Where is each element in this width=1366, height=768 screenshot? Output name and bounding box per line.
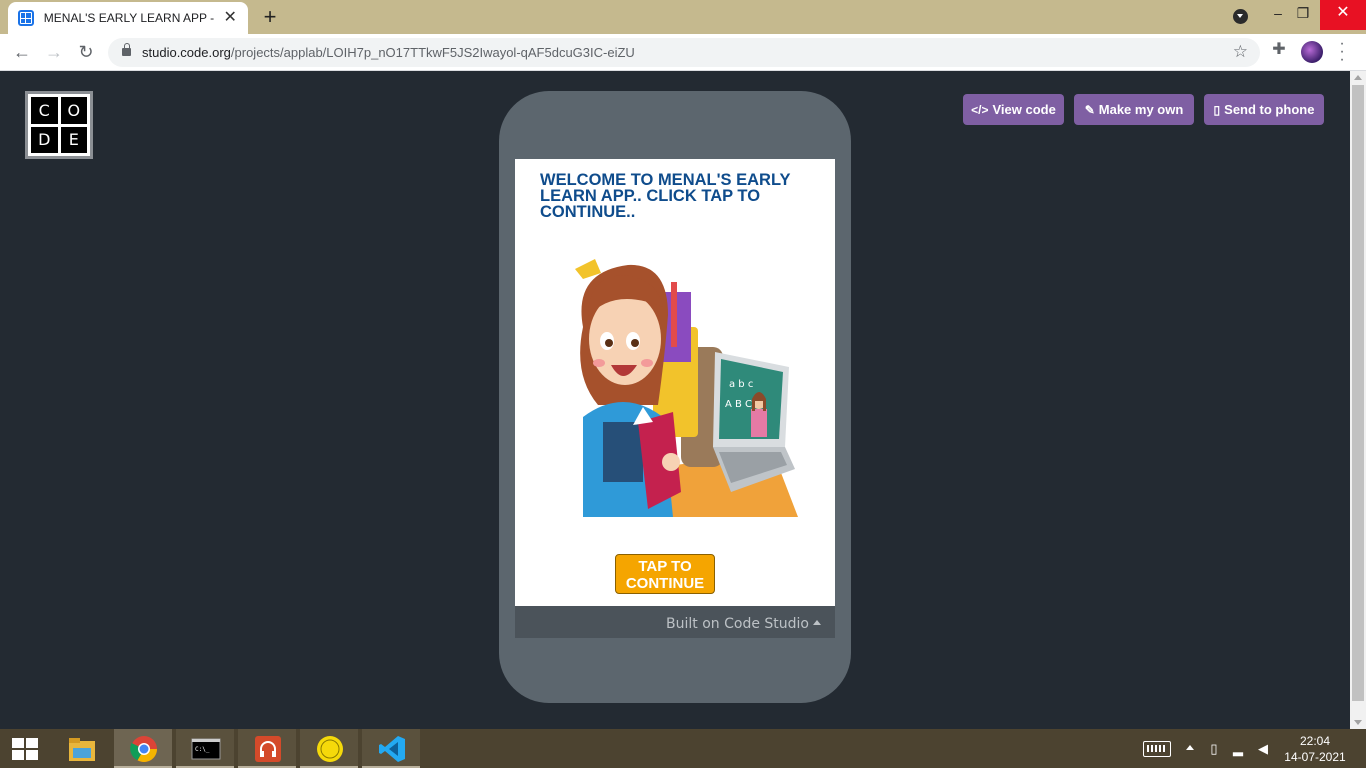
address-bar[interactable]: studio.code.org/projects/applab/LOIH7p_n… xyxy=(108,38,1260,67)
terminal-icon: C:\_ xyxy=(191,738,221,760)
built-on-label: Built on Code Studio xyxy=(666,616,809,632)
tab-title: MENAL'S EARLY LEARN APP - App Lab xyxy=(43,11,217,25)
headphones-icon xyxy=(255,736,281,762)
network-signal-icon[interactable]: ▂ xyxy=(1230,741,1246,757)
make-my-own-label: Make my own xyxy=(1098,102,1184,117)
url-path: /projects/applab/LOIH7p_nO17TTkwF5JS2Iwa… xyxy=(230,45,635,60)
browser-menu-icon[interactable]: · · · xyxy=(1336,36,1348,68)
url-host: studio.code.org xyxy=(142,45,231,60)
extensions-puzzle-icon[interactable]: ✚ xyxy=(1270,41,1288,59)
logo-letter: C xyxy=(31,97,58,124)
tab-search-icon[interactable] xyxy=(1233,9,1248,24)
volume-speaker-icon[interactable]: ◀ xyxy=(1255,741,1271,757)
touch-keyboard-icon[interactable] xyxy=(1143,741,1171,757)
tap-to-continue-button[interactable]: TAP TO CONTINUE xyxy=(615,554,715,594)
windows-logo-icon xyxy=(12,738,38,760)
code-org-favicon-icon xyxy=(18,10,34,26)
new-tab-button[interactable]: + xyxy=(258,5,282,29)
logo-letter: E xyxy=(60,126,87,153)
folder-icon xyxy=(69,738,95,761)
browser-tab-strip: MENAL'S EARLY LEARN APP - App Lab ✕ + – … xyxy=(0,0,1366,34)
send-to-phone-button[interactable]: ▯ Send to phone xyxy=(1204,94,1324,125)
mobile-phone-icon: ▯ xyxy=(1213,102,1221,117)
code-org-logo[interactable]: C O D E xyxy=(25,91,93,159)
logo-letter: D xyxy=(31,126,58,153)
system-clock[interactable]: 22:04 14-07-2021 xyxy=(1283,733,1347,765)
windows-taskbar: C:\_ ▯ ▂ ◀ 22:04 14-07-2021 xyxy=(0,729,1366,768)
welcome-text: WELCOME TO MENAL'S EARLY LEARN APP.. CLI… xyxy=(540,171,791,221)
scrollbar-thumb[interactable] xyxy=(1352,85,1364,701)
tab-close-icon[interactable]: ✕ xyxy=(222,10,238,26)
edit-icon: ✎ xyxy=(1084,102,1095,117)
send-to-phone-label: Send to phone xyxy=(1224,102,1315,117)
clock-date: 14-07-2021 xyxy=(1284,750,1346,764)
browser-tab[interactable]: MENAL'S EARLY LEARN APP - App Lab ✕ xyxy=(8,2,248,34)
code-brackets-icon: </> xyxy=(971,102,989,117)
close-window-button[interactable]: ✕ xyxy=(1320,0,1366,30)
music-app-taskbar-button[interactable] xyxy=(238,729,296,768)
device-battery-icon[interactable]: ▯ xyxy=(1206,741,1222,757)
reload-button[interactable]: ↻ xyxy=(74,40,98,64)
page-scrollbar[interactable] xyxy=(1350,71,1366,729)
app-screen: WELCOME TO MENAL'S EARLY LEARN APP.. CLI… xyxy=(515,159,835,606)
file-explorer-taskbar-button[interactable] xyxy=(52,729,110,768)
browser-toolbar: ← → ↻ studio.code.org/projects/applab/LO… xyxy=(0,34,1366,71)
logo-letter: O xyxy=(60,97,87,124)
chrome-taskbar-button[interactable] xyxy=(114,729,172,768)
girl-studying-illustration: a b c A B C xyxy=(575,259,798,517)
url-text: studio.code.org/projects/applab/LOIH7p_n… xyxy=(142,45,635,60)
vscode-taskbar-button[interactable] xyxy=(362,729,420,768)
page-content: C O D E </> View code ✎ Make my own ▯ Se… xyxy=(0,71,1350,729)
make-my-own-button[interactable]: ✎ Make my own xyxy=(1074,94,1194,125)
sticky-clock-icon xyxy=(317,736,343,762)
start-button[interactable] xyxy=(0,729,50,768)
view-code-label: View code xyxy=(992,102,1056,117)
caret-up-icon xyxy=(813,619,821,625)
phone-frame: WELCOME TO MENAL'S EARLY LEARN APP.. CLI… xyxy=(499,91,851,703)
terminal-taskbar-button[interactable]: C:\_ xyxy=(176,729,234,768)
bookmark-star-icon[interactable]: ☆ xyxy=(1233,42,1248,62)
vscode-icon xyxy=(379,736,405,762)
view-code-button[interactable]: </> View code xyxy=(963,94,1064,125)
forward-button[interactable]: → xyxy=(42,40,66,64)
lock-icon[interactable] xyxy=(122,43,131,56)
svg-text:C:\_: C:\_ xyxy=(195,746,210,753)
profile-avatar[interactable] xyxy=(1301,41,1323,63)
scroll-up-arrow-icon[interactable] xyxy=(1354,75,1362,80)
board-lowercase-text: a b c xyxy=(729,379,753,390)
back-button[interactable]: ← xyxy=(10,40,34,64)
clock-time: 22:04 xyxy=(1299,734,1331,748)
notes-app-taskbar-button[interactable] xyxy=(300,729,358,768)
built-on-code-studio-bar[interactable]: Built on Code Studio xyxy=(515,606,835,638)
board-uppercase-text: A B C xyxy=(725,399,752,410)
chrome-icon xyxy=(130,736,158,763)
show-hidden-icons-chevron-icon[interactable] xyxy=(1186,745,1194,750)
scroll-down-arrow-icon[interactable] xyxy=(1354,720,1362,725)
